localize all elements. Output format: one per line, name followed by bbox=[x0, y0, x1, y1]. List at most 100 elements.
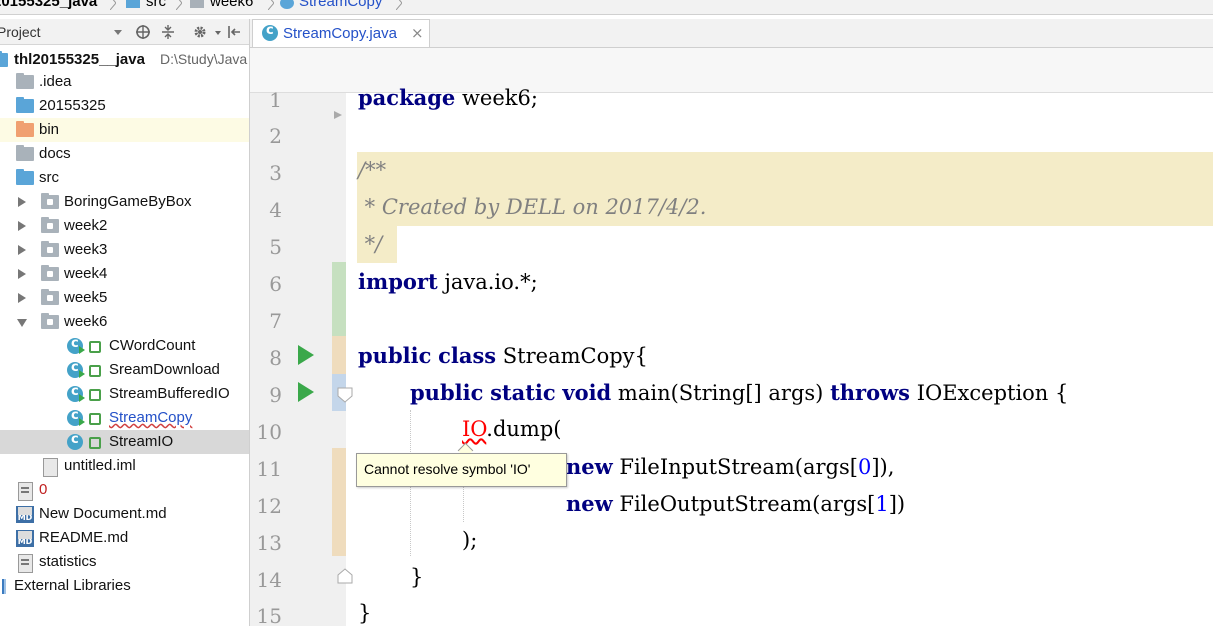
tree-item-untitled-iml[interactable]: untitled.iml bbox=[0, 454, 249, 478]
chevron-right-icon bbox=[176, 0, 182, 10]
change-marker-modified bbox=[332, 448, 346, 556]
change-marker-added bbox=[332, 262, 346, 336]
chevron-right-icon bbox=[396, 0, 402, 10]
expand-arrow-icon[interactable] bbox=[18, 197, 26, 207]
code-line-14: } bbox=[410, 565, 423, 589]
comment-text: */ bbox=[358, 232, 383, 256]
source-folder-icon bbox=[16, 169, 34, 185]
package-icon bbox=[41, 241, 59, 257]
tab-label: StreamCopy.java bbox=[283, 25, 397, 42]
breadcrumb: 20155325_java src week6 StreamCopy bbox=[0, 0, 1213, 15]
class-icon bbox=[262, 23, 278, 41]
tree-item-week3[interactable]: week3 bbox=[0, 238, 249, 262]
breadcrumb-project[interactable]: 20155325_java bbox=[0, 0, 97, 10]
collapse-icon[interactable] bbox=[160, 24, 176, 40]
tree-item-week4[interactable]: week4 bbox=[0, 262, 249, 286]
lock-icon bbox=[89, 341, 101, 353]
package-icon bbox=[41, 265, 59, 281]
folder-icon bbox=[16, 97, 34, 113]
code-text: FileInputStream(args[ bbox=[612, 455, 858, 479]
code-text: .dump( bbox=[486, 417, 562, 441]
tree-item-statistics[interactable]: statistics bbox=[0, 550, 249, 574]
package-icon bbox=[41, 289, 59, 305]
code-line-5: */ bbox=[358, 232, 383, 256]
run-main-icon[interactable] bbox=[298, 382, 314, 402]
tree-item-new-document-md[interactable]: MD New Document.md bbox=[0, 502, 249, 526]
number-literal: 1 bbox=[875, 492, 889, 516]
iml-file-icon bbox=[43, 458, 58, 477]
code-line-4: * Created by DELL on 2017/4/2. bbox=[358, 195, 707, 219]
tree-item-label: SreamDownload bbox=[109, 361, 220, 378]
code-line-1: package week6; bbox=[358, 85, 538, 110]
code-text: } bbox=[410, 565, 424, 589]
code-text: ]) bbox=[888, 492, 906, 516]
source-folder-icon bbox=[126, 0, 140, 8]
unresolved-symbol[interactable]: IO bbox=[462, 417, 486, 441]
code-text: main(String[] args) bbox=[611, 381, 831, 405]
tree-item-streamio[interactable]: StreamIO bbox=[0, 430, 249, 454]
tree-item-bin[interactable]: bin bbox=[0, 118, 249, 142]
breadcrumb-package[interactable]: week6 bbox=[210, 0, 253, 10]
tree-item-cwordcount[interactable]: CWordCount bbox=[0, 334, 249, 358]
line-number: 12 bbox=[256, 494, 282, 518]
code-text: IOException { bbox=[910, 381, 1069, 405]
code-line-10: IO.dump( bbox=[462, 417, 561, 441]
code-line-6: import java.io.*; bbox=[358, 269, 538, 294]
expand-arrow-icon[interactable] bbox=[18, 245, 26, 255]
tree-item-20155325[interactable]: 20155325 bbox=[0, 94, 249, 118]
breadcrumb-file[interactable]: StreamCopy bbox=[299, 0, 382, 10]
tree-item-module[interactable]: thl20155325__java D:\Study\Java bbox=[0, 48, 249, 72]
run-class-icon[interactable] bbox=[298, 345, 314, 365]
line-number: 6 bbox=[269, 272, 282, 296]
breadcrumb-src[interactable]: src bbox=[146, 0, 166, 10]
tree-item-streambufferedio[interactable]: StreamBufferedIO bbox=[0, 382, 249, 406]
tree-item-external-libraries[interactable]: External Libraries bbox=[0, 574, 249, 598]
code-text: } bbox=[358, 601, 372, 625]
expand-arrow-icon[interactable] bbox=[18, 269, 26, 279]
close-icon[interactable]: × bbox=[411, 24, 424, 42]
tree-item-label: CWordCount bbox=[109, 337, 196, 354]
fold-close-icon[interactable] bbox=[337, 568, 353, 584]
change-marker-modified bbox=[332, 336, 346, 374]
hide-icon[interactable] bbox=[226, 24, 242, 40]
code-text: StreamCopy{ bbox=[496, 344, 648, 368]
tree-item-label: week2 bbox=[64, 217, 108, 234]
expand-arrow-icon[interactable] bbox=[18, 221, 26, 231]
lock-icon bbox=[89, 437, 101, 449]
keyword: void bbox=[562, 380, 612, 405]
target-icon[interactable] bbox=[135, 24, 151, 40]
tree-item-docs[interactable]: docs bbox=[0, 142, 249, 166]
tree-item-src[interactable]: src bbox=[0, 166, 249, 190]
tab-streamcopy-java[interactable]: StreamCopy.java × bbox=[252, 19, 430, 48]
line-number: 15 bbox=[256, 604, 282, 626]
project-panel-title[interactable]: Project bbox=[0, 24, 41, 40]
code-line-3: /** bbox=[358, 158, 386, 182]
keyword: class bbox=[438, 343, 497, 368]
expand-arrow-icon[interactable] bbox=[18, 293, 26, 303]
tree-item-idea[interactable]: .idea bbox=[0, 70, 249, 94]
tree-item-readme-md[interactable]: MD README.md bbox=[0, 526, 249, 550]
tree-item-label: StreamIO bbox=[109, 433, 174, 450]
editor-tab-bar: StreamCopy.java × bbox=[250, 19, 1213, 48]
tree-item-sreamdownload[interactable]: SreamDownload bbox=[0, 358, 249, 382]
tree-item-label: week3 bbox=[64, 241, 108, 258]
code-line-15: } bbox=[358, 601, 371, 625]
project-tree: thl20155325__java D:\Study\Java .idea 20… bbox=[0, 45, 249, 626]
project-panel-header: Project bbox=[0, 19, 249, 45]
dropdown-icon[interactable] bbox=[110, 24, 126, 40]
gear-icon[interactable] bbox=[192, 24, 208, 40]
tree-item-0[interactable]: 0 bbox=[0, 478, 249, 502]
tree-item-boringgamebybox[interactable]: BoringGameByBox bbox=[0, 190, 249, 214]
tree-item-week2[interactable]: week2 bbox=[0, 214, 249, 238]
tree-item-label: docs bbox=[39, 145, 71, 162]
line-number: 5 bbox=[269, 235, 282, 259]
fold-marker-icon[interactable] bbox=[331, 108, 345, 122]
collapse-arrow-icon[interactable] bbox=[17, 319, 27, 327]
tree-item-week6[interactable]: week6 bbox=[0, 310, 249, 334]
tree-item-streamcopy[interactable]: StreamCopy bbox=[0, 406, 249, 430]
code-text: ]), bbox=[871, 455, 895, 479]
keyword: throws bbox=[830, 380, 911, 405]
tree-item-week5[interactable]: week5 bbox=[0, 286, 249, 310]
keyword: package bbox=[358, 85, 456, 110]
fold-open-icon[interactable] bbox=[337, 387, 353, 403]
